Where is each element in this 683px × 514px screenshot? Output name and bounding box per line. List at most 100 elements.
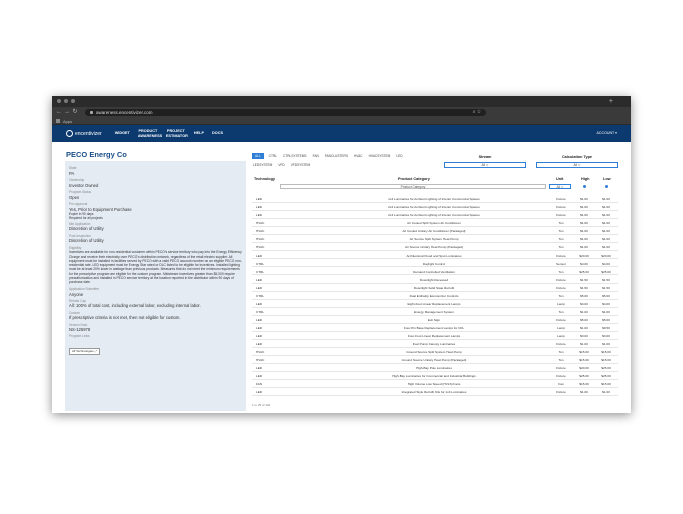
maximize-dot-icon[interactable] (71, 99, 75, 103)
low-filter-icon[interactable] (605, 185, 608, 188)
cell-product-category: Ground Source Unitary Heat Pump (Package… (401, 358, 467, 363)
cell-product-category: Eight-Foot Linear Replacement Lamps (407, 301, 461, 306)
bookmark-star-icon[interactable]: ⌕ ☆ (473, 109, 481, 116)
table-row[interactable]: HVAC Air Source Split System Heat Pump Ton… (252, 235, 618, 244)
cell-high: $4.00 (580, 301, 588, 306)
tab-vfd[interactable]: VFD (277, 162, 285, 168)
menu-docs[interactable]: DOCS (212, 131, 223, 135)
state-value: PA (69, 170, 75, 176)
cell-technology: HVAC (256, 229, 265, 234)
tab-hvac[interactable]: HVAC (353, 153, 364, 159)
tab-vfdsystem[interactable]: VFDSYSTEM (290, 162, 311, 168)
page-title: PECO Energy Co (66, 150, 127, 159)
cell-low: $1.00 (602, 229, 610, 234)
calc-type-select[interactable]: All ▽ (536, 162, 618, 168)
table-row[interactable]: LED 1x4 Luminaires for Ambient Lighting o… (252, 195, 618, 204)
address-bar[interactable]: awareness.encentivizer.com ⌕ ☆ (85, 109, 486, 116)
cell-low: $1.00 (602, 197, 610, 202)
new-tab-icon[interactable]: + (609, 96, 613, 107)
table-row[interactable]: LED High-Bay Luminaires for Commercial an… (252, 372, 618, 381)
table-row[interactable]: CTRL Demand Controlled Ventilation Ton $25.… (252, 267, 618, 276)
cell-technology: LED (256, 277, 263, 282)
cell-product-category: 2x4 Luminaires for Ambient Lighting of I… (388, 213, 480, 218)
table-row[interactable]: LED Four-Foot Linear Replacement Lamps Lam… (252, 332, 618, 340)
table-row[interactable]: HVAC Ground Source Unitary Heat Pump (Pac… (252, 356, 618, 364)
version-value: NS-125978 (69, 327, 91, 333)
pagination-status: 1 to 25 of 120 (252, 403, 271, 407)
table-row[interactable]: HVAC Air Cooled Unitary Air Conditioner (… (252, 227, 618, 236)
cell-product-category: Energy Management System (414, 309, 454, 314)
post-inspection-value: Discretion of Utility (69, 238, 104, 244)
cell-product-category: Downlight Solid State Retrofit (413, 285, 455, 290)
menu-help[interactable]: HELP (194, 131, 204, 135)
col-product-category[interactable]: Product Category (398, 177, 430, 181)
stream-select[interactable]: All ▽ (444, 162, 526, 168)
table-row[interactable]: LED 2x2 Luminaires for Ambient Lighting o… (252, 203, 618, 212)
cell-product-category: Air Source Unitary Heat Pump (Packaged) (404, 245, 464, 250)
forward-icon[interactable]: → (63, 107, 71, 118)
col-technology[interactable]: Technology (254, 177, 275, 181)
cell-low: $25.00 (601, 374, 611, 379)
cell-unit: Ton (558, 358, 564, 363)
bookmark-apps[interactable]: Apps (63, 119, 72, 124)
table-row[interactable]: CTRL Daylight Control Sensor $4.00 $4.00 (252, 259, 618, 268)
tab-all[interactable]: ALL (252, 153, 264, 159)
app-submitter-value: Anyone (69, 291, 84, 297)
col-unit[interactable]: Unit (556, 177, 563, 181)
category-filter-input[interactable]: Product Category (280, 184, 546, 189)
high-filter-icon[interactable] (583, 185, 586, 188)
table-row[interactable]: LED 2x4 Luminaires for Ambient Lighting o… (252, 211, 618, 220)
table-row[interactable]: LED Architectural Flood and Spot Luminair… (252, 251, 618, 260)
minimize-dot-icon[interactable] (64, 99, 68, 103)
reload-icon[interactable]: ↻ (71, 107, 79, 118)
menu-widget[interactable]: WIDGET (115, 131, 130, 135)
menu-product-awareness[interactable]: PRODUCT AWARENESS (138, 129, 162, 138)
cell-low: $5.00 (602, 293, 610, 298)
table-row[interactable]: HVAC Air Source Unitary Heat Pump (Packag… (252, 243, 618, 252)
tab-ctrlsystems[interactable]: CTRLSYSTEMS (282, 153, 308, 159)
table-row[interactable]: LED Downlight Solid State Retrofit Fixture… (252, 284, 618, 292)
rebate-cap-value: All: 100% of total cost, including exter… (69, 303, 201, 309)
col-low[interactable]: Low (603, 177, 611, 181)
table-row[interactable]: CTRL Dual Enthalpy Economizer Controls Ton… (252, 292, 618, 300)
menu-project-estimator[interactable]: PROJECT ESTIMATOR (166, 129, 188, 138)
table-row[interactable]: LED Downlight Recessed Fixture $1.50 $1.50 (252, 275, 618, 284)
table-row[interactable]: LED Fuel Pump Canopy Luminaires Fixture $1.… (252, 340, 618, 348)
cell-product-category: High-Bay Pole Luminaires (416, 366, 452, 371)
cell-technology: LED (256, 301, 263, 306)
table-row[interactable]: LED High-Bay Pole Luminaires Fixture $20.00… (252, 364, 618, 373)
cell-unit: Fixture (556, 253, 566, 258)
tab-hvacsystem[interactable]: HVACSYSTEM (368, 153, 392, 159)
cell-product-category: Downlight Recessed (419, 277, 449, 282)
tab-led[interactable]: LED (395, 153, 403, 159)
cell-high: $1.00 (580, 221, 588, 226)
table-row[interactable]: HVAC Air Cooled Split System Air Conditio… (252, 219, 618, 228)
table-row[interactable]: LED Four-Pin Base Replacement Lamps for C… (252, 324, 618, 332)
logo[interactable]: encentivizer (66, 130, 102, 137)
close-dot-icon[interactable] (57, 99, 61, 103)
cell-high: $1.00 (580, 229, 588, 234)
cell-product-category: Fuel Pump Canopy Luminaires (412, 342, 456, 347)
cell-unit: Fixture (556, 342, 566, 347)
tab-ledsystem[interactable]: LEDSYSTEM (252, 162, 273, 168)
table-row[interactable]: HVAC Ground Source Split System Heat Pump… (252, 348, 618, 356)
unit-filter-select[interactable]: All ▽ (549, 184, 571, 189)
account-menu[interactable]: ACCOUNT ▾ (596, 131, 617, 135)
tab-ctrl[interactable]: CTRL (268, 153, 278, 159)
cell-high: $1.00 (580, 325, 588, 330)
address-text: awareness.encentivizer.com (96, 110, 153, 115)
table-row[interactable]: LED Integrated Style Retrofit Kits for 1x… (252, 388, 618, 397)
tab-fanclusters[interactable]: FANCLUSTERS (324, 153, 349, 159)
cell-high: $1.00 (580, 309, 588, 314)
table-row[interactable]: FAN High Volume Low Speed (HVLS) Fans Fan $… (252, 380, 618, 389)
program-link-chip[interactable]: All Technologies ⤢ (69, 347, 100, 355)
table-row[interactable]: CTRL Energy Management System Ton $1.00 $1.0… (252, 308, 618, 316)
logo-text: encentivizer (75, 130, 102, 137)
cell-unit: Ton (558, 269, 564, 274)
tab-fan[interactable]: FAN (312, 153, 320, 159)
table-row[interactable]: LED Exit Sign Fixture $5.00 $5.00 (252, 316, 618, 324)
back-icon[interactable]: ← (55, 107, 63, 118)
col-high[interactable]: High (581, 177, 589, 181)
table-row[interactable]: LED Eight-Foot Linear Replacement Lamps La… (252, 300, 618, 308)
apps-grid-icon[interactable] (56, 119, 60, 123)
